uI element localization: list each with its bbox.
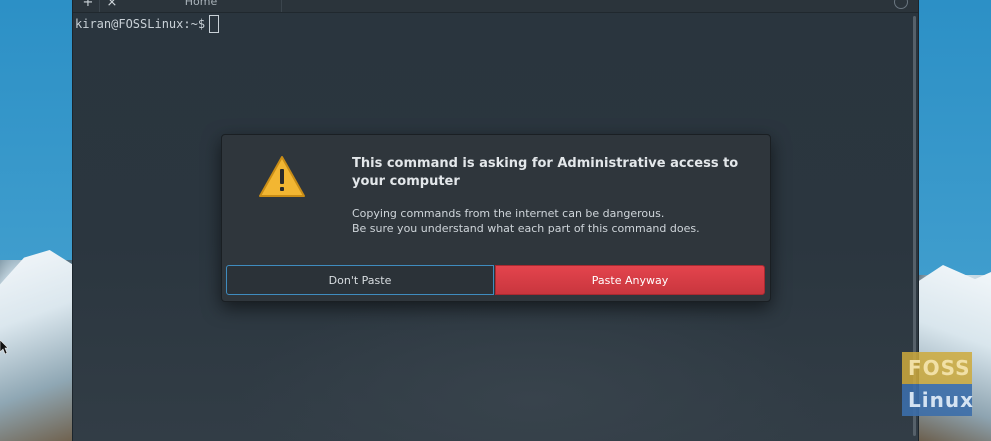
dialog-title: This command is asking for Administrativ… bbox=[352, 156, 739, 189]
new-tab-button[interactable]: + bbox=[77, 0, 100, 12]
shell-prompt: kiran@FOSSLinux:~$ bbox=[75, 17, 206, 31]
dialog-message-line2: Be sure you understand what each part of… bbox=[352, 222, 700, 235]
mouse-pointer-icon bbox=[0, 340, 8, 354]
paste-warning-dialog: This command is asking for Administrativ… bbox=[221, 134, 771, 302]
plus-icon: + bbox=[82, 0, 94, 10]
history-icon[interactable] bbox=[894, 0, 908, 9]
dont-paste-button[interactable]: Don't Paste bbox=[226, 265, 494, 295]
watermark-line1: FOSS bbox=[902, 352, 972, 384]
dialog-message-line1: Copying commands from the internet can b… bbox=[352, 207, 665, 220]
close-tab-button[interactable]: × bbox=[101, 0, 123, 12]
tab-home[interactable]: Home bbox=[121, 0, 282, 12]
wallpaper-sky-left bbox=[0, 0, 72, 260]
tab-home-label: Home bbox=[184, 0, 218, 8]
paste-anyway-button[interactable]: Paste Anyway bbox=[495, 265, 765, 295]
text-cursor bbox=[209, 15, 220, 33]
wallpaper-mountain-left bbox=[0, 250, 80, 441]
wallpaper-sky-right bbox=[917, 0, 991, 275]
fosslinux-watermark-logo: FOSS Linux bbox=[902, 352, 973, 416]
dialog-message: Copying commands from the internet can b… bbox=[352, 206, 752, 236]
watermark-line2: Linux bbox=[902, 384, 973, 416]
terminal-tab-bar: + × Home bbox=[73, 0, 918, 13]
warning-icon bbox=[259, 156, 305, 197]
terminal-prompt-line[interactable]: kiran@FOSSLinux:~$ bbox=[75, 15, 220, 33]
close-icon: × bbox=[106, 0, 118, 10]
